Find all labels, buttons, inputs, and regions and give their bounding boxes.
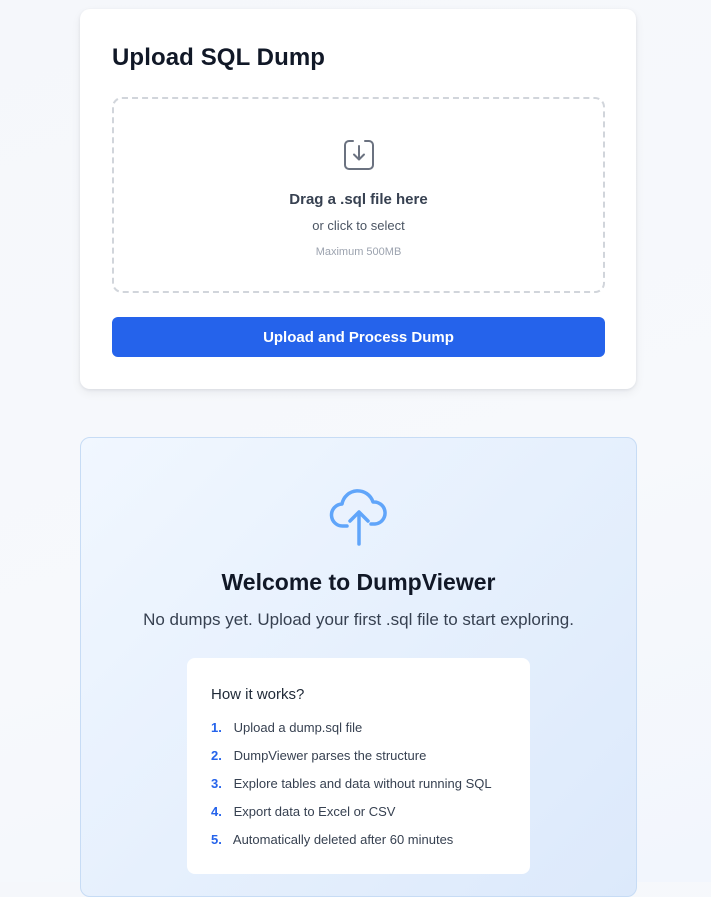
welcome-card: Welcome to DumpViewer No dumps yet. Uplo… <box>80 437 637 897</box>
download-tray-icon <box>344 140 374 170</box>
upload-and-process-button[interactable]: Upload and Process Dump <box>112 317 605 357</box>
file-dropzone[interactable]: Drag a .sql file here or click to select… <box>112 97 605 293</box>
upload-card: Upload SQL Dump Drag a .sql file here or… <box>80 9 636 389</box>
step-number: 4. <box>211 804 222 819</box>
step-text: Upload a dump.sql file <box>233 720 363 735</box>
step-item: 1. Upload a dump.sql file <box>211 720 492 748</box>
step-number: 3. <box>211 776 222 791</box>
dropzone-size-limit: Maximum 500MB <box>315 246 402 258</box>
how-it-works-title: How it works? <box>211 686 305 703</box>
welcome-title: Welcome to DumpViewer <box>221 569 496 595</box>
step-number: 1. <box>211 720 222 735</box>
step-item: 4. Export data to Excel or CSV <box>211 804 492 832</box>
step-item: 5. Automatically deleted after 60 minute… <box>211 832 492 860</box>
step-number: 5. <box>211 832 222 847</box>
step-item: 2. DumpViewer parses the structure <box>211 748 492 776</box>
cloud-upload-icon <box>329 489 387 546</box>
step-text: Explore tables and data without running … <box>233 776 492 791</box>
welcome-subtitle: No dumps yet. Upload your first .sql fil… <box>143 610 574 629</box>
how-it-works-steps: 1. Upload a dump.sql file 2. DumpViewer … <box>211 720 492 860</box>
how-it-works-panel: How it works? 1. Upload a dump.sql file … <box>187 658 530 874</box>
dropzone-subtitle: or click to select <box>312 218 405 233</box>
step-text: DumpViewer parses the structure <box>233 748 427 763</box>
step-item: 3. Explore tables and data without runni… <box>211 776 492 804</box>
step-text: Automatically deleted after 60 minutes <box>232 832 454 847</box>
step-number: 2. <box>211 748 222 763</box>
step-text: Export data to Excel or CSV <box>233 804 396 819</box>
upload-title: Upload SQL Dump <box>112 44 326 71</box>
dropzone-title: Drag a .sql file here <box>289 191 428 208</box>
